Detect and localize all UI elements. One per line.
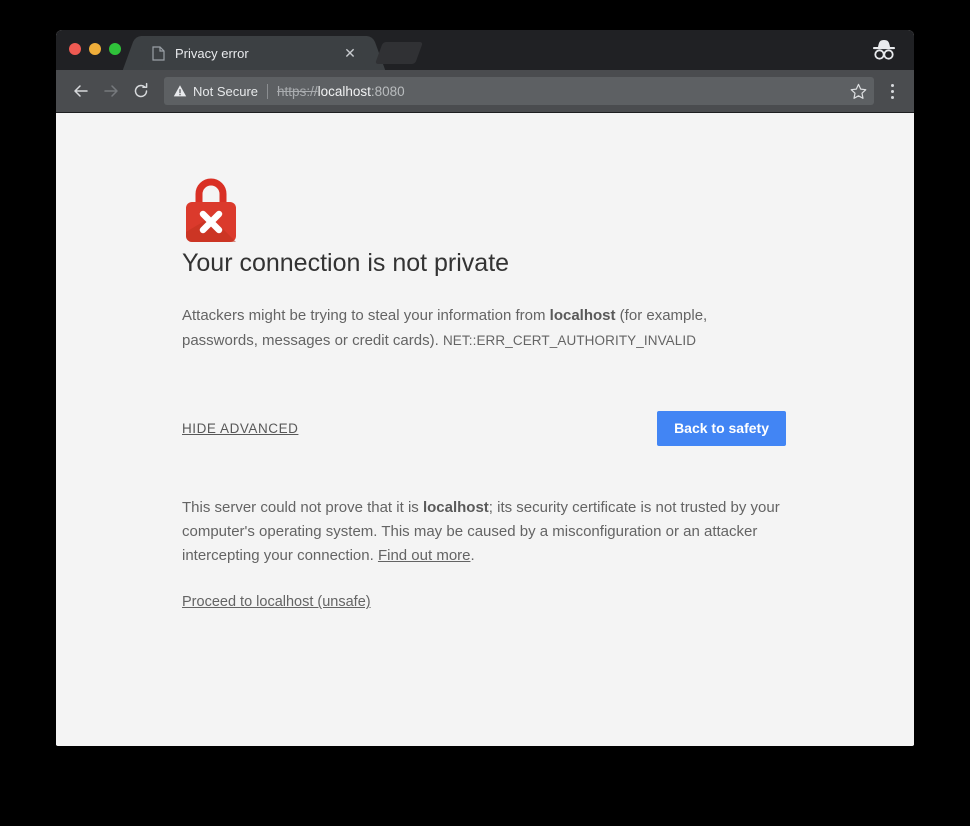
proceed-unsafe-link[interactable]: Proceed to localhost (unsafe) (182, 594, 371, 610)
description-hostname: localhost (549, 307, 616, 324)
forward-button[interactable] (96, 76, 126, 106)
hide-advanced-button[interactable]: HIDE ADVANCED (182, 421, 298, 436)
advanced-part3: . (470, 547, 475, 565)
menu-dot (890, 83, 894, 87)
tab-strip: Privacy error ✕ (56, 30, 914, 70)
url-scheme: https:// (277, 83, 318, 99)
new-tab-button[interactable] (374, 42, 424, 64)
window-traffic-lights (69, 43, 121, 55)
ssl-interstitial: Your connection is not private Attackers… (182, 173, 786, 611)
bookmark-star-icon[interactable] (848, 81, 868, 101)
description-part1: Attackers might be trying to steal your … (182, 307, 550, 324)
url-text: https://localhost:8080 (277, 84, 842, 99)
browser-window: Privacy error ✕ Not Secure https://local… (56, 30, 914, 746)
tab-title: Privacy error (175, 45, 249, 61)
page-description: Attackers might be trying to steal your … (182, 304, 786, 354)
page-title: Your connection is not private (182, 249, 510, 277)
advanced-hostname: localhost (422, 498, 489, 516)
maximize-window-button[interactable] (109, 43, 121, 55)
url-host: localhost (317, 83, 371, 99)
back-to-safety-button[interactable]: Back to safety (657, 410, 786, 446)
close-window-button[interactable] (69, 43, 81, 55)
red-padlock-error-icon (182, 178, 240, 247)
interstitial-actions: HIDE ADVANCED Back to safety (182, 410, 786, 446)
omnibox-divider (267, 83, 269, 99)
menu-dot (890, 89, 894, 93)
page-content: Your connection is not private Attackers… (56, 113, 914, 745)
three-dot-menu-icon[interactable] (878, 76, 906, 106)
find-out-more-link[interactable]: Find out more (378, 547, 471, 564)
url-port: :8080 (370, 83, 405, 99)
incognito-hat-glasses-icon (870, 37, 898, 63)
advanced-panel: This server could not prove that it is l… (182, 496, 786, 612)
advanced-explanation: This server could not prove that it is l… (182, 496, 786, 569)
security-status-label: Not Secure (193, 83, 259, 99)
browser-tab[interactable]: Privacy error ✕ (140, 36, 368, 70)
close-tab-button[interactable]: ✕ (342, 45, 358, 61)
minimize-window-button[interactable] (89, 43, 101, 55)
error-code: NET::ERR_CERT_AUTHORITY_INVALID (442, 332, 697, 348)
warning-triangle-icon (173, 84, 187, 98)
advanced-part1: This server could not prove that it is (182, 498, 423, 516)
back-button[interactable] (66, 76, 96, 106)
reload-button[interactable] (126, 76, 156, 106)
browser-toolbar: Not Secure https://localhost:8080 (56, 70, 914, 113)
address-bar[interactable]: Not Secure https://localhost:8080 (164, 77, 874, 105)
menu-dot (890, 95, 894, 99)
page-document-icon (152, 45, 165, 61)
